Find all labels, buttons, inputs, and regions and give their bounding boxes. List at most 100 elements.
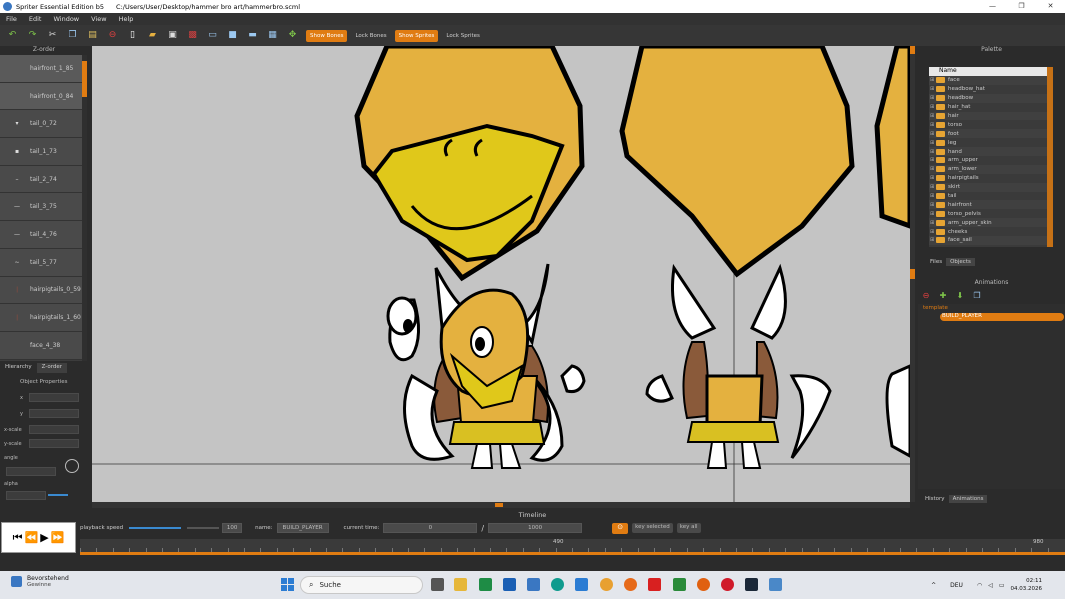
palette-folder[interactable]: ⊞ arm_upper <box>929 156 1047 165</box>
palette-folder[interactable]: ⊞ torso_pelvis <box>929 209 1047 218</box>
file-explorer-icon[interactable] <box>454 578 467 591</box>
spriter-taskbar-icon[interactable] <box>769 578 782 591</box>
zorder-item[interactable]: ▪ tail_1_73 <box>0 138 82 166</box>
zorder-item[interactable]: ∼ tail_5_77 <box>0 248 82 277</box>
prop-y-field[interactable] <box>29 409 79 418</box>
copy-icon[interactable]: ❐ <box>66 29 79 42</box>
alpha-slider[interactable] <box>48 494 68 496</box>
animation-build-player[interactable]: BUILD_PLAYER <box>940 313 1064 321</box>
add-entity-icon[interactable]: ✚ <box>937 290 949 301</box>
palette-folder[interactable]: ⊞ hairpigtails <box>929 174 1047 183</box>
tab-objects[interactable]: Objects <box>946 258 975 266</box>
clock[interactable]: 02:11 04.03.2026 <box>1011 577 1043 593</box>
window-layout-icon[interactable]: ▭ <box>206 29 219 42</box>
zorder-item[interactable]: ❘ hairpigtails_0_59 <box>0 276 82 305</box>
opera-icon[interactable] <box>721 578 734 591</box>
wifi-icon[interactable]: ◠ <box>977 582 982 589</box>
timeline-range-bar[interactable] <box>80 552 1065 555</box>
key-selected-button[interactable]: key selected <box>632 523 673 533</box>
key-all-button[interactable]: key all <box>676 523 701 533</box>
palette-tree[interactable]: Name ⊞ face ⊞ headbow_hat ⊞ headbow ⊞ hair_hat ⊞… <box>929 67 1047 247</box>
angle-dial[interactable] <box>65 459 79 473</box>
cut-icon[interactable]: ✂ <box>46 29 59 42</box>
menu-window[interactable]: Window <box>47 15 85 23</box>
palette-folder[interactable]: ⊞ headbow_hat <box>929 85 1047 94</box>
palette-folder[interactable]: ⊞ skirt <box>929 182 1047 192</box>
prop-alpha-field[interactable] <box>6 491 46 500</box>
lock-bones-button[interactable]: Lock Bones <box>351 30 390 42</box>
skip-back-icon[interactable]: ⏮ <box>13 531 23 545</box>
palette-folder[interactable]: ⊞ hand <box>929 147 1047 157</box>
palette-folder[interactable]: ⊞ face_sail <box>929 236 1047 245</box>
firefox-icon[interactable] <box>624 578 637 591</box>
prop-x-field[interactable] <box>29 393 79 402</box>
grid-icon[interactable]: ▦ <box>266 29 279 42</box>
vlc-icon[interactable] <box>697 578 710 591</box>
prop-xscale-field[interactable] <box>29 425 79 434</box>
fast-forward-icon[interactable]: ⏩ <box>51 531 65 544</box>
steam-icon[interactable] <box>745 578 758 591</box>
store-icon[interactable] <box>527 578 540 591</box>
menu-help[interactable]: Help <box>113 15 140 23</box>
editor-canvas[interactable] <box>92 46 910 502</box>
show-sprites-button[interactable]: Show Sprites <box>394 29 439 42</box>
palette-folder[interactable]: ⊞ hair <box>929 111 1047 121</box>
palette-folder[interactable]: ⊞ cheeks <box>929 227 1047 236</box>
zorder-item[interactable]: hairfront_0_84 <box>0 82 82 111</box>
open-folder-icon[interactable]: ▰ <box>146 29 159 42</box>
maximize-button[interactable]: ❐ <box>1007 0 1036 13</box>
play-icon[interactable]: ▶ <box>40 531 48 544</box>
zorder-item[interactable]: face_4_38 <box>0 331 82 360</box>
entity-template[interactable]: template <box>923 305 948 311</box>
terminal-icon[interactable] <box>673 578 686 591</box>
prop-angle-field[interactable] <box>6 467 56 476</box>
palette-folder[interactable]: ⊞ leg <box>929 138 1047 147</box>
screen-icon[interactable]: ■ <box>226 29 239 42</box>
delete-icon[interactable]: ⊖ <box>106 29 119 42</box>
new-file-icon[interactable]: ▯ <box>126 29 139 42</box>
zorder-item[interactable]: ❘ hairpigtails_1_60 <box>0 304 82 332</box>
minimize-button[interactable]: — <box>978 0 1007 13</box>
animation-name-input[interactable]: BUILD_PLAYER <box>276 523 329 533</box>
battery-icon[interactable]: ▭ <box>999 582 1005 589</box>
mail-icon[interactable] <box>575 578 588 591</box>
show-bones-button[interactable]: Show Bones <box>306 29 348 42</box>
tray-expand-icon[interactable]: ^ <box>931 582 936 589</box>
palette-name-header[interactable]: Name <box>929 67 1047 76</box>
calendar-icon[interactable] <box>503 578 516 591</box>
save-as-icon[interactable]: ▩ <box>186 29 199 42</box>
windows-start-icon[interactable] <box>281 578 294 591</box>
close-button[interactable]: ✕ <box>1036 0 1065 13</box>
acrobat-icon[interactable] <box>648 578 661 591</box>
tab-history[interactable]: History <box>921 495 949 503</box>
current-time-input[interactable]: 0 <box>383 523 478 533</box>
zorder-item[interactable]: ▾ tail_0_72 <box>0 110 82 139</box>
palette-folder[interactable]: ⊞ foot <box>929 129 1047 139</box>
animation-length-input[interactable]: 1000 <box>488 523 583 533</box>
zorder-item[interactable]: — tail_3_75 <box>0 193 82 222</box>
animations-tree[interactable]: template BUILD_PLAYER <box>918 304 1065 489</box>
palette-scrollbar[interactable] <box>1047 67 1053 247</box>
language-indicator[interactable]: DEU <box>950 582 963 589</box>
palette-folder[interactable]: ⊞ arm_upper_skin <box>929 218 1047 228</box>
zorder-list[interactable]: hairfront_1_85 hairfront_0_84 ▾ tail_0_72… <box>0 55 82 361</box>
playback-speed-slider[interactable] <box>129 527 182 529</box>
zorder-item[interactable]: hairfront_1_85 <box>0 55 82 83</box>
delete-animation-icon[interactable]: ⊖ <box>920 290 932 301</box>
menu-file[interactable]: File <box>0 15 23 23</box>
chrome-icon[interactable] <box>600 578 613 591</box>
playback-speed-input[interactable]: 100 <box>222 523 243 533</box>
frame-icon[interactable]: ▬ <box>246 29 259 42</box>
zorder-scrollbar[interactable] <box>82 55 87 361</box>
palette-folder[interactable]: ⊞ arm_lower <box>929 164 1047 174</box>
volume-icon[interactable]: ◁ <box>988 582 993 589</box>
prop-yscale-field[interactable] <box>29 439 79 448</box>
weather-widget[interactable]: Bevorstehend Gewinne <box>11 575 69 588</box>
palette-folder[interactable]: ⊞ face <box>929 76 1047 85</box>
canvas-horizontal-scrollbar[interactable] <box>92 502 910 508</box>
tab-files[interactable]: Files <box>926 258 946 266</box>
key-icon[interactable]: ⊙ <box>612 522 629 534</box>
edge-icon[interactable] <box>551 578 564 591</box>
fit-view-icon[interactable]: ✥ <box>286 29 299 42</box>
task-view-icon[interactable] <box>431 578 444 591</box>
